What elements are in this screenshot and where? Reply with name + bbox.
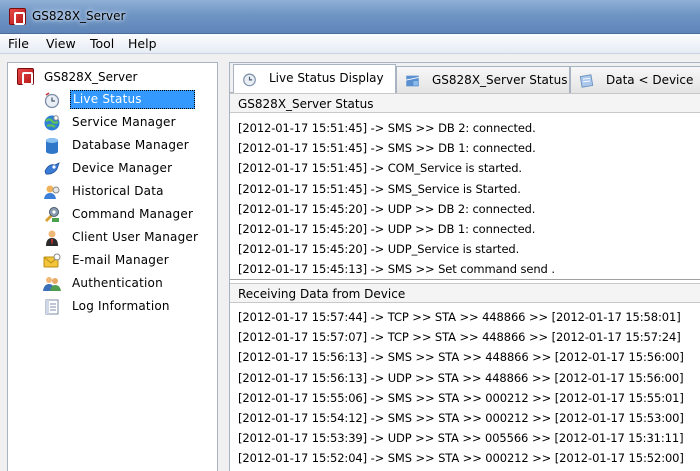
- tree-item-label: Historical Data: [72, 184, 164, 198]
- server-icon: [404, 73, 421, 89]
- log-line: [2012-01-17 15:57:07] -> TCP >> STA >> 4…: [238, 330, 681, 345]
- log-icon: [43, 298, 61, 316]
- user-icon: [43, 229, 61, 247]
- log-line: [2012-01-17 15:52:04] -> SMS >> STA >> 0…: [238, 451, 684, 466]
- server-status-log[interactable]: [2012-01-17 15:51:45] -> SMS >> DB 2: co…: [238, 118, 698, 280]
- device-icon: [43, 160, 61, 178]
- tree-item-authentication[interactable]: Authentication: [42, 274, 212, 294]
- log-line: [2012-01-17 15:45:20] -> UDP >> DB 2: co…: [238, 201, 536, 216]
- tree-root-label: GS828X_Server: [44, 70, 138, 84]
- log-line: [2012-01-17 15:45:13] -> SMS >> Set comm…: [238, 262, 555, 277]
- tree-item-label: Command Manager: [72, 207, 194, 221]
- tree-item-database-manager[interactable]: Database Manager: [42, 136, 212, 156]
- log-line: [2012-01-17 15:45:20] -> UDP_Service is …: [238, 242, 520, 257]
- tree-item-label: Live Status: [70, 90, 195, 109]
- menu-tool[interactable]: Tool: [88, 36, 116, 51]
- navigation-tree: GS828X_Server Live Status Service Manage…: [7, 62, 218, 471]
- log-line: [2012-01-17 15:45:20] -> UDP >> DB 1: co…: [238, 221, 536, 236]
- tree-item-command-manager[interactable]: Command Manager: [42, 205, 212, 225]
- log-line: [2012-01-17 15:51:45] -> SMS >> DB 1: co…: [238, 141, 536, 156]
- receiving-data-log[interactable]: [2012-01-17 15:57:44] -> TCP >> STA >> 4…: [238, 307, 698, 469]
- tree-item-label: Database Manager: [72, 138, 189, 152]
- tree-item-device-manager[interactable]: Device Manager: [42, 159, 212, 179]
- data-icon: [578, 73, 595, 89]
- users-icon: [43, 275, 61, 293]
- tree-item-client-user-manager[interactable]: Client User Manager: [42, 228, 212, 248]
- tree-item-log-information[interactable]: Log Information: [42, 297, 212, 317]
- menu-help[interactable]: Help: [126, 36, 159, 51]
- tab-label: Live Status Display: [269, 71, 384, 85]
- history-icon: [43, 183, 61, 201]
- tree-item-label: E-mail Manager: [72, 253, 169, 267]
- log-line: [2012-01-17 15:51:45] -> SMS_Service is …: [238, 181, 521, 196]
- log-line: [2012-01-17 15:57:44] -> TCP >> STA >> 4…: [238, 310, 681, 324]
- app-logo-icon: [9, 8, 26, 25]
- log-line: [2012-01-17 15:55:06] -> SMS >> STA >> 0…: [238, 390, 684, 405]
- title-bar[interactable]: GS828X_Server: [0, 0, 700, 34]
- tree-item-email-manager[interactable]: E-mail Manager: [42, 251, 212, 271]
- tab-label: GS828X_Server Status: [432, 73, 568, 87]
- content-panel: Live Status Display GS828X_Server Status…: [229, 62, 700, 471]
- log-line: [2012-01-17 15:51:45] -> COM_Service is …: [238, 161, 522, 176]
- app-logo-icon: [17, 68, 34, 85]
- tree-item-label: Device Manager: [72, 161, 173, 175]
- tree-item-label: Log Information: [72, 299, 170, 313]
- section-divider[interactable]: [230, 279, 700, 280]
- menu-file[interactable]: File: [6, 36, 31, 51]
- log-line: [2012-01-17 15:56:13] -> UDP >> STA >> 4…: [238, 370, 684, 385]
- menu-view[interactable]: View: [44, 36, 78, 51]
- email-icon: [43, 252, 61, 270]
- tree-item-label: Client User Manager: [72, 230, 199, 244]
- menu-bar: File View Tool Help: [0, 34, 700, 54]
- log-line: [2012-01-17 15:53:39] -> UDP >> STA >> 0…: [238, 431, 684, 446]
- tab-label: Data < Device: [606, 73, 694, 87]
- section-title: GS828X_Server Status: [238, 97, 374, 111]
- tree-item-historical-data[interactable]: Historical Data: [42, 182, 212, 202]
- log-line: [2012-01-17 15:56:13] -> SMS >> STA >> 4…: [238, 350, 684, 365]
- section-title: Receiving Data from Device: [238, 287, 406, 301]
- server-status-header: GS828X_Server Status: [230, 93, 700, 113]
- globe-icon: [43, 114, 61, 132]
- database-icon: [43, 137, 61, 155]
- window-title: GS828X_Server: [32, 9, 126, 23]
- tree-item-live-status[interactable]: Live Status: [42, 90, 212, 110]
- log-line: [2012-01-17 15:54:12] -> SMS >> STA >> 0…: [238, 410, 684, 425]
- log-line: [2012-01-17 15:51:45] -> SMS >> DB 2: co…: [238, 121, 536, 135]
- clock-icon: [241, 71, 258, 87]
- command-icon: [43, 206, 61, 224]
- tree-item-label: Authentication: [72, 276, 163, 290]
- tab-live-status-display[interactable]: Live Status Display: [233, 64, 396, 94]
- tab-server-status[interactable]: GS828X_Server Status: [396, 66, 570, 93]
- clock-icon: [43, 91, 61, 109]
- tab-strip: Live Status Display GS828X_Server Status…: [230, 63, 700, 94]
- tree-item-label: Service Manager: [72, 115, 176, 129]
- receiving-data-header: Receiving Data from Device: [230, 283, 700, 303]
- tree-item-service-manager[interactable]: Service Manager: [42, 113, 212, 133]
- tab-data-device[interactable]: Data < Device: [570, 66, 700, 93]
